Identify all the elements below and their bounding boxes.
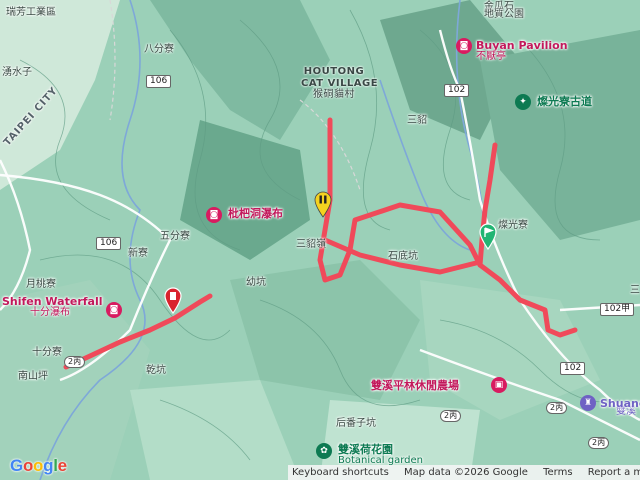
place-sandiao: 三貂 <box>407 115 427 126</box>
place-canguang: 燦光寮 <box>498 220 528 231</box>
camera-icon[interactable]: ◙ <box>206 207 222 223</box>
poi-shuangxi[interactable]: Shuangxi <box>600 398 640 410</box>
road-shield-102a: 102甲 <box>600 303 635 316</box>
road-shield-2c: 2丙 <box>64 356 86 368</box>
lotus-zh: 雙溪荷花園 <box>338 443 393 456</box>
place-qiankeng: 乾坑 <box>146 365 166 376</box>
place-shifenliao: 十分寮 <box>32 347 62 358</box>
road-shield-106: 106 <box>146 75 172 88</box>
houtong-zh: 猴硐貓村 <box>313 89 355 100</box>
place-yuetaoliao: 月桃寮 <box>26 279 56 290</box>
place-houfanzikeng: 后番子坑 <box>336 418 376 429</box>
castle-icon[interactable]: ♜ <box>580 395 596 411</box>
place-dizhi-park: 地質公園 <box>484 9 524 20</box>
farm-icon[interactable]: ▣ <box>491 377 507 393</box>
google-logo: Google <box>10 456 67 475</box>
poi-farm[interactable]: 雙溪平林休閒農場 <box>371 380 459 392</box>
poi-lotus-garden[interactable]: 雙溪荷花園 Botanical garden <box>338 444 423 466</box>
track-start-marker[interactable] <box>478 222 498 250</box>
road-shield-106: 106 <box>96 237 122 250</box>
shifen-zh: 十分瀑布 <box>30 306 70 318</box>
report-map-error-link[interactable]: Report a map error <box>588 467 640 478</box>
houtong-en: HOUTONG CAT VILLAGE <box>301 66 379 89</box>
poi-shifen-waterfall[interactable]: Shifen Waterfall 十分瀑布 <box>2 296 103 318</box>
shifen-en: Shifen Waterfall <box>2 295 103 308</box>
map-data-credit: Map data ©2026 Google <box>404 467 528 478</box>
keyboard-shortcuts-link[interactable]: Keyboard shortcuts <box>292 467 389 478</box>
track-waypoint-marker[interactable] <box>313 190 333 218</box>
track-end-marker[interactable] <box>163 286 183 314</box>
place-wufenliao: 五分寮 <box>160 231 190 242</box>
place-san: 三 <box>630 285 640 296</box>
map-canvas[interactable]: 瑞芳工業區 八分寮 金瓜石 地質公園 湧水子 三貂 五分寮 新寮 三貂嶺 幼坑 … <box>0 0 640 480</box>
road-shield-2c: 2丙 <box>546 402 568 414</box>
buyan-zh: 不厭亭 <box>476 50 506 62</box>
place-xinliao: 新寮 <box>128 248 148 259</box>
place-sanjiao: 三貂嶺 <box>296 239 326 250</box>
place-nanshanping: 南山坪 <box>18 371 48 382</box>
terms-link[interactable]: Terms <box>543 467 572 478</box>
road-shield-2c: 2丙 <box>588 437 610 449</box>
hiker-icon[interactable]: ✦ <box>515 94 531 110</box>
place-ruifang: 瑞芳工業區 <box>6 7 56 18</box>
camera-icon[interactable]: ◙ <box>456 38 472 54</box>
road-shield-102: 102 <box>560 362 586 375</box>
houtong-cat-village[interactable]: HOUTONG CAT VILLAGE 猴硐貓村 <box>301 66 379 101</box>
poi-canguang-trail[interactable]: 燦光寮古道 <box>537 96 592 108</box>
poi-buyan-pavilion[interactable]: Buyan Pavilion 不厭亭 <box>476 40 568 62</box>
road-shield-102: 102 <box>444 84 470 97</box>
place-bafenliao: 八分寮 <box>144 44 174 55</box>
road-shield-2c: 2丙 <box>440 410 462 422</box>
camera-icon[interactable]: ◙ <box>106 302 122 318</box>
flower-icon[interactable]: ✿ <box>316 443 332 459</box>
place-water: 湧水子 <box>2 67 32 78</box>
poi-pipa-falls[interactable]: 枇杷洞瀑布 <box>228 208 283 220</box>
attribution-bar: Keyboard shortcuts Map data ©2026 Google… <box>288 465 640 480</box>
buyan-en: Buyan Pavilion <box>476 39 568 52</box>
place-hengkeng: 石底坑 <box>388 251 418 262</box>
place-youkeng: 幼坑 <box>246 277 266 288</box>
